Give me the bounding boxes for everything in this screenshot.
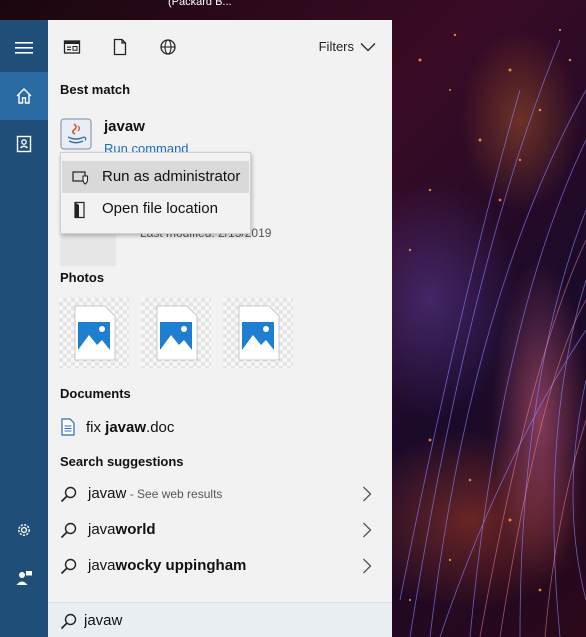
- gear-icon: [18, 524, 30, 536]
- home-icon: [16, 88, 32, 104]
- filters-label: Filters: [318, 39, 354, 54]
- search-icon: [60, 522, 77, 539]
- suggestion-text: javaworld: [88, 521, 156, 538]
- suggestion-text: javawocky uppingham: [88, 557, 247, 574]
- photos-heading: Photos: [60, 270, 105, 285]
- hidden-result-thumbnail: [60, 232, 116, 266]
- open-file-location-label: Open file location: [102, 200, 218, 217]
- open-file-location-item[interactable]: Open file location: [62, 193, 249, 225]
- word-document-icon: [61, 418, 75, 436]
- java-app-icon: [60, 118, 92, 150]
- photo-result[interactable]: [223, 298, 293, 368]
- home-button[interactable]: [0, 72, 48, 120]
- menu-button[interactable]: [0, 24, 48, 72]
- hamburger-icon: [15, 42, 33, 54]
- best-match-name: javaw: [104, 118, 145, 135]
- search-input[interactable]: [84, 609, 374, 631]
- search-box[interactable]: [48, 602, 392, 637]
- suggestion-text: javaw - See web results: [88, 485, 223, 502]
- image-file-icon: [156, 305, 198, 361]
- search-suggestions-heading: Search suggestions: [60, 454, 184, 469]
- start-left-rail: [0, 20, 48, 637]
- apps-icon[interactable]: [63, 38, 81, 56]
- search-icon: [60, 486, 77, 503]
- web-icon[interactable]: [159, 38, 177, 56]
- photo-result[interactable]: [141, 298, 211, 368]
- suggestion-item[interactable]: javaworld: [48, 512, 392, 548]
- settings-button[interactable]: [0, 506, 48, 554]
- file-location-icon: [74, 201, 85, 219]
- notebook-button[interactable]: [0, 120, 48, 168]
- document-name: fix javaw.doc: [86, 418, 175, 436]
- search-icon: [60, 558, 77, 575]
- photo-result[interactable]: [59, 298, 129, 368]
- notebook-icon: [16, 135, 32, 153]
- chevron-down-icon: [360, 42, 376, 51]
- chevron-right-icon: [363, 486, 372, 502]
- shield-icon: [72, 171, 89, 185]
- search-results-panel: Filters Best match javaw Run command Las…: [48, 20, 392, 637]
- document-result[interactable]: fix javaw.doc: [60, 416, 174, 438]
- run-as-administrator-item[interactable]: Run as administrator: [62, 161, 249, 193]
- run-as-administrator-label: Run as administrator: [102, 168, 241, 185]
- filter-toolbar: Filters: [48, 20, 392, 74]
- chevron-right-icon: [363, 558, 372, 574]
- suggestion-item[interactable]: javaw - See web results: [48, 476, 392, 512]
- feedback-button[interactable]: [0, 554, 48, 602]
- chevron-right-icon: [363, 522, 372, 538]
- window-title: (Packard B...: [168, 0, 232, 8]
- image-file-icon: [238, 305, 280, 361]
- search-icon: [60, 613, 77, 630]
- context-menu: Run as administrator Open file location: [60, 152, 251, 234]
- suggestion-item[interactable]: javawocky uppingham: [48, 548, 392, 584]
- image-file-icon: [74, 305, 116, 361]
- documents-heading: Documents: [60, 386, 131, 401]
- user-feedback-icon: [16, 571, 32, 585]
- documents-icon[interactable]: [111, 38, 129, 56]
- filters-dropdown[interactable]: Filters: [319, 39, 376, 54]
- best-match-heading: Best match: [60, 82, 131, 97]
